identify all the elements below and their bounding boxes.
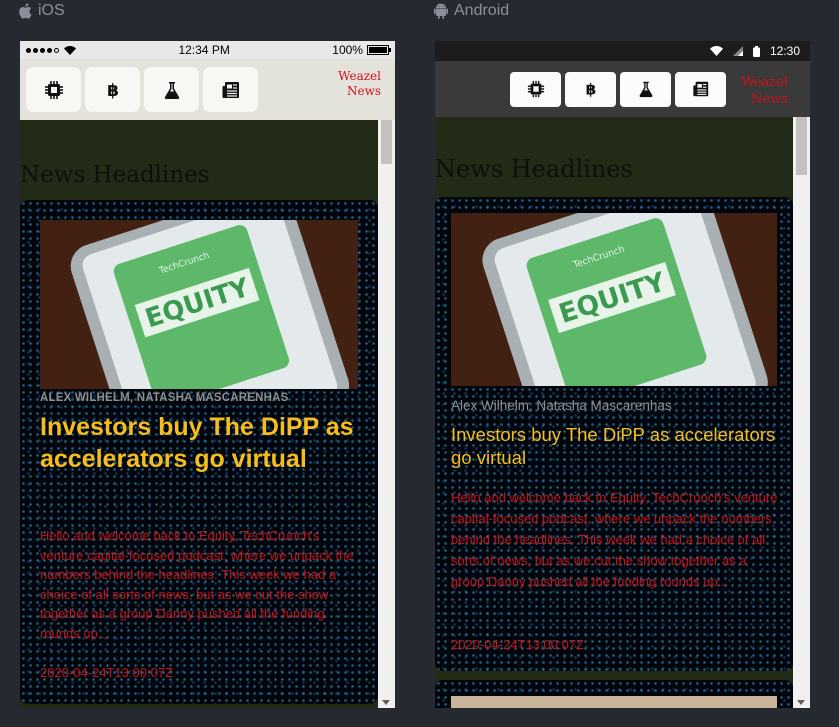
- newspaper-button[interactable]: [675, 71, 726, 107]
- brand-line-2: News: [751, 92, 788, 107]
- chip-icon: [44, 80, 63, 99]
- brand-line-2: News: [346, 84, 381, 98]
- scrollbar-thumb[interactable]: [796, 117, 807, 175]
- article-date: 2020-04-24T13:00:07Z: [40, 665, 173, 680]
- ios-platform-label: iOS: [18, 2, 65, 20]
- ios-toolbar: ฿ Weazel News: [20, 59, 395, 120]
- android-status-time: 12:30: [769, 44, 800, 58]
- flask-button[interactable]: [620, 71, 671, 107]
- bitcoin-button[interactable]: ฿: [85, 67, 140, 112]
- article-image[interactable]: EQUITY TechCrunch: [451, 213, 777, 386]
- ios-scrollbar[interactable]: [378, 120, 395, 708]
- android-status-bar: 12:30: [435, 41, 810, 61]
- scrollbar-thumb[interactable]: [381, 120, 392, 164]
- ios-battery-percent: 100%: [332, 43, 363, 57]
- android-device-frame: 12:30 ฿ Weazel News News Headlines EQUIT…: [435, 41, 810, 708]
- bitcoin-icon: ฿: [107, 81, 119, 100]
- article-card-next[interactable]: [435, 680, 793, 708]
- flask-button[interactable]: [144, 67, 199, 112]
- article-authors: Alex Wilhelm, Natasha Mascarenhas: [451, 398, 672, 413]
- chip-icon: [527, 80, 544, 98]
- brand-line-1: Weazel: [741, 75, 788, 90]
- brand-logo[interactable]: Weazel News: [742, 74, 788, 108]
- chip-button[interactable]: [510, 71, 561, 107]
- article-date: 2020-04-24T13:00:07Z: [451, 637, 584, 652]
- flask-icon: [164, 81, 179, 99]
- chip-button[interactable]: [26, 67, 81, 112]
- article-title[interactable]: Investors buy The DiPP as accelerators g…: [40, 411, 360, 475]
- newspaper-button[interactable]: [203, 67, 258, 112]
- signal-dots-icon: [26, 47, 59, 53]
- battery-icon: [366, 45, 391, 55]
- android-toolbar: ฿ Weazel News: [435, 61, 810, 117]
- article-image-next[interactable]: [451, 696, 777, 708]
- brand-logo[interactable]: Weazel News: [338, 69, 381, 99]
- section-title: News Headlines: [20, 162, 210, 188]
- android-news-feed[interactable]: News Headlines EQUITY TechCrunch Alex Wi…: [435, 117, 793, 708]
- bitcoin-button[interactable]: ฿: [565, 71, 616, 107]
- article-summary: Hello and welcome back to Equity, TechCr…: [451, 490, 778, 589]
- battery-icon: [752, 45, 760, 57]
- apple-icon: [19, 3, 32, 19]
- newspaper-icon: [222, 81, 239, 98]
- scroll-down-icon[interactable]: [797, 700, 805, 705]
- ios-device-frame: 12:34 PM 100% ฿ Weazel News News Headlin…: [20, 41, 395, 708]
- article-card[interactable]: EQUITY TechCrunch ALEX WILHELM, NATASHA …: [20, 200, 378, 704]
- wifi-icon: [64, 45, 76, 55]
- svg-text:฿: ฿: [585, 80, 596, 98]
- article-card[interactable]: EQUITY TechCrunch Alex Wilhelm, Natasha …: [435, 197, 793, 671]
- android-scrollbar[interactable]: [793, 117, 810, 708]
- ios-status-time: 12:34 PM: [178, 43, 230, 57]
- article-authors: ALEX WILHELM, NATASHA MASCARENHAS: [40, 392, 289, 404]
- ios-status-bar: 12:34 PM 100%: [20, 41, 395, 59]
- android-label-text: Android: [454, 2, 510, 19]
- android-icon: [434, 3, 448, 19]
- brand-line-1: Weazel: [338, 69, 381, 83]
- android-platform-label: Android: [434, 2, 509, 20]
- ios-label-text: iOS: [38, 2, 65, 19]
- article-summary: Hello and welcome back to Equity, TechCr…: [40, 528, 354, 641]
- scroll-down-icon[interactable]: [382, 700, 390, 705]
- svg-text:฿: ฿: [107, 81, 119, 100]
- newspaper-icon: [692, 81, 708, 97]
- ios-news-feed[interactable]: News Headlines EQUITY TechCrunch ALEX WI…: [20, 120, 378, 708]
- cell-signal-icon: [732, 46, 743, 56]
- wifi-icon: [709, 46, 723, 56]
- article-title[interactable]: Investors buy The DiPP as accelerators g…: [451, 423, 781, 469]
- bitcoin-icon: ฿: [585, 80, 596, 98]
- section-title: News Headlines: [435, 155, 633, 183]
- flask-icon: [639, 81, 652, 98]
- article-image[interactable]: EQUITY TechCrunch: [40, 220, 358, 389]
